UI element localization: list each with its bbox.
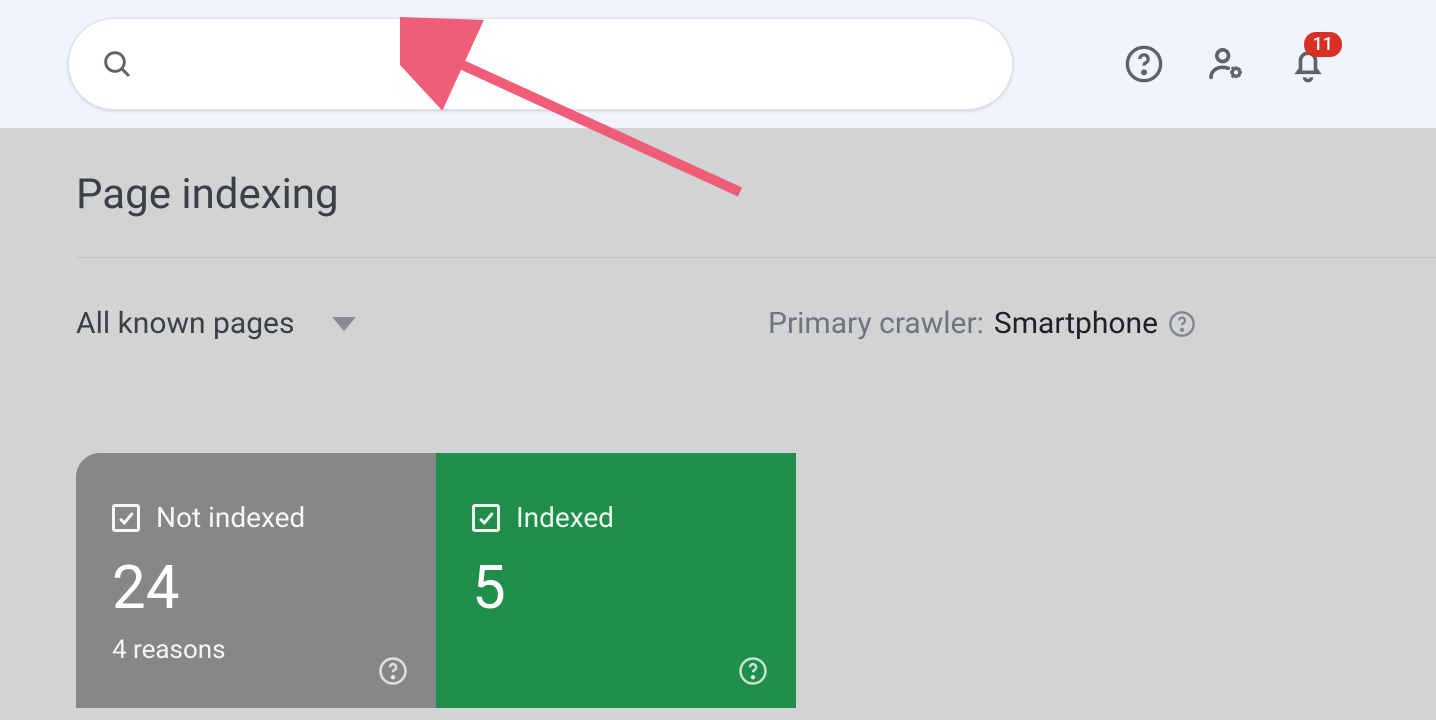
card-header: Indexed — [472, 501, 760, 534]
search-input[interactable] — [153, 50, 980, 78]
dropdown-label: All known pages — [76, 306, 294, 341]
user-settings-icon[interactable] — [1206, 44, 1246, 84]
card-label: Indexed — [516, 501, 614, 534]
main-content: Page indexing All known pages Primary cr… — [0, 128, 1436, 708]
card-help-icon[interactable] — [738, 656, 768, 686]
crawler-info: Primary crawler: Smartphone — [768, 306, 1196, 341]
not-indexed-reasons: 4 reasons — [112, 635, 400, 665]
checkbox-checked-icon[interactable] — [472, 504, 500, 532]
filters-row: All known pages Primary crawler: Smartph… — [76, 258, 1436, 341]
search-icon — [101, 48, 133, 80]
checkbox-checked-icon[interactable] — [112, 504, 140, 532]
crawler-label: Primary crawler: — [768, 306, 984, 341]
not-indexed-count: 24 — [112, 552, 400, 623]
page-title: Page indexing — [76, 128, 1436, 257]
card-header: Not indexed — [112, 501, 400, 534]
crawler-help-icon[interactable] — [1168, 310, 1196, 338]
crawler-value: Smartphone — [994, 306, 1158, 341]
pages-filter-dropdown[interactable]: All known pages — [76, 306, 356, 341]
notifications-icon[interactable]: 11 — [1288, 44, 1328, 84]
indexed-count: 5 — [472, 552, 760, 623]
index-status-cards: Not indexed 24 4 reasons Indexed — [76, 453, 1436, 708]
card-help-icon[interactable] — [378, 656, 408, 686]
indexed-card[interactable]: Indexed 5 — [436, 453, 796, 708]
search-bar[interactable] — [68, 18, 1013, 110]
card-label: Not indexed — [156, 501, 305, 534]
header-icons: 11 — [1124, 44, 1368, 84]
top-bar: 11 — [0, 0, 1436, 128]
notification-badge: 11 — [1304, 32, 1342, 57]
help-icon[interactable] — [1124, 44, 1164, 84]
chevron-down-icon — [332, 317, 356, 331]
not-indexed-card[interactable]: Not indexed 24 4 reasons — [76, 453, 436, 708]
